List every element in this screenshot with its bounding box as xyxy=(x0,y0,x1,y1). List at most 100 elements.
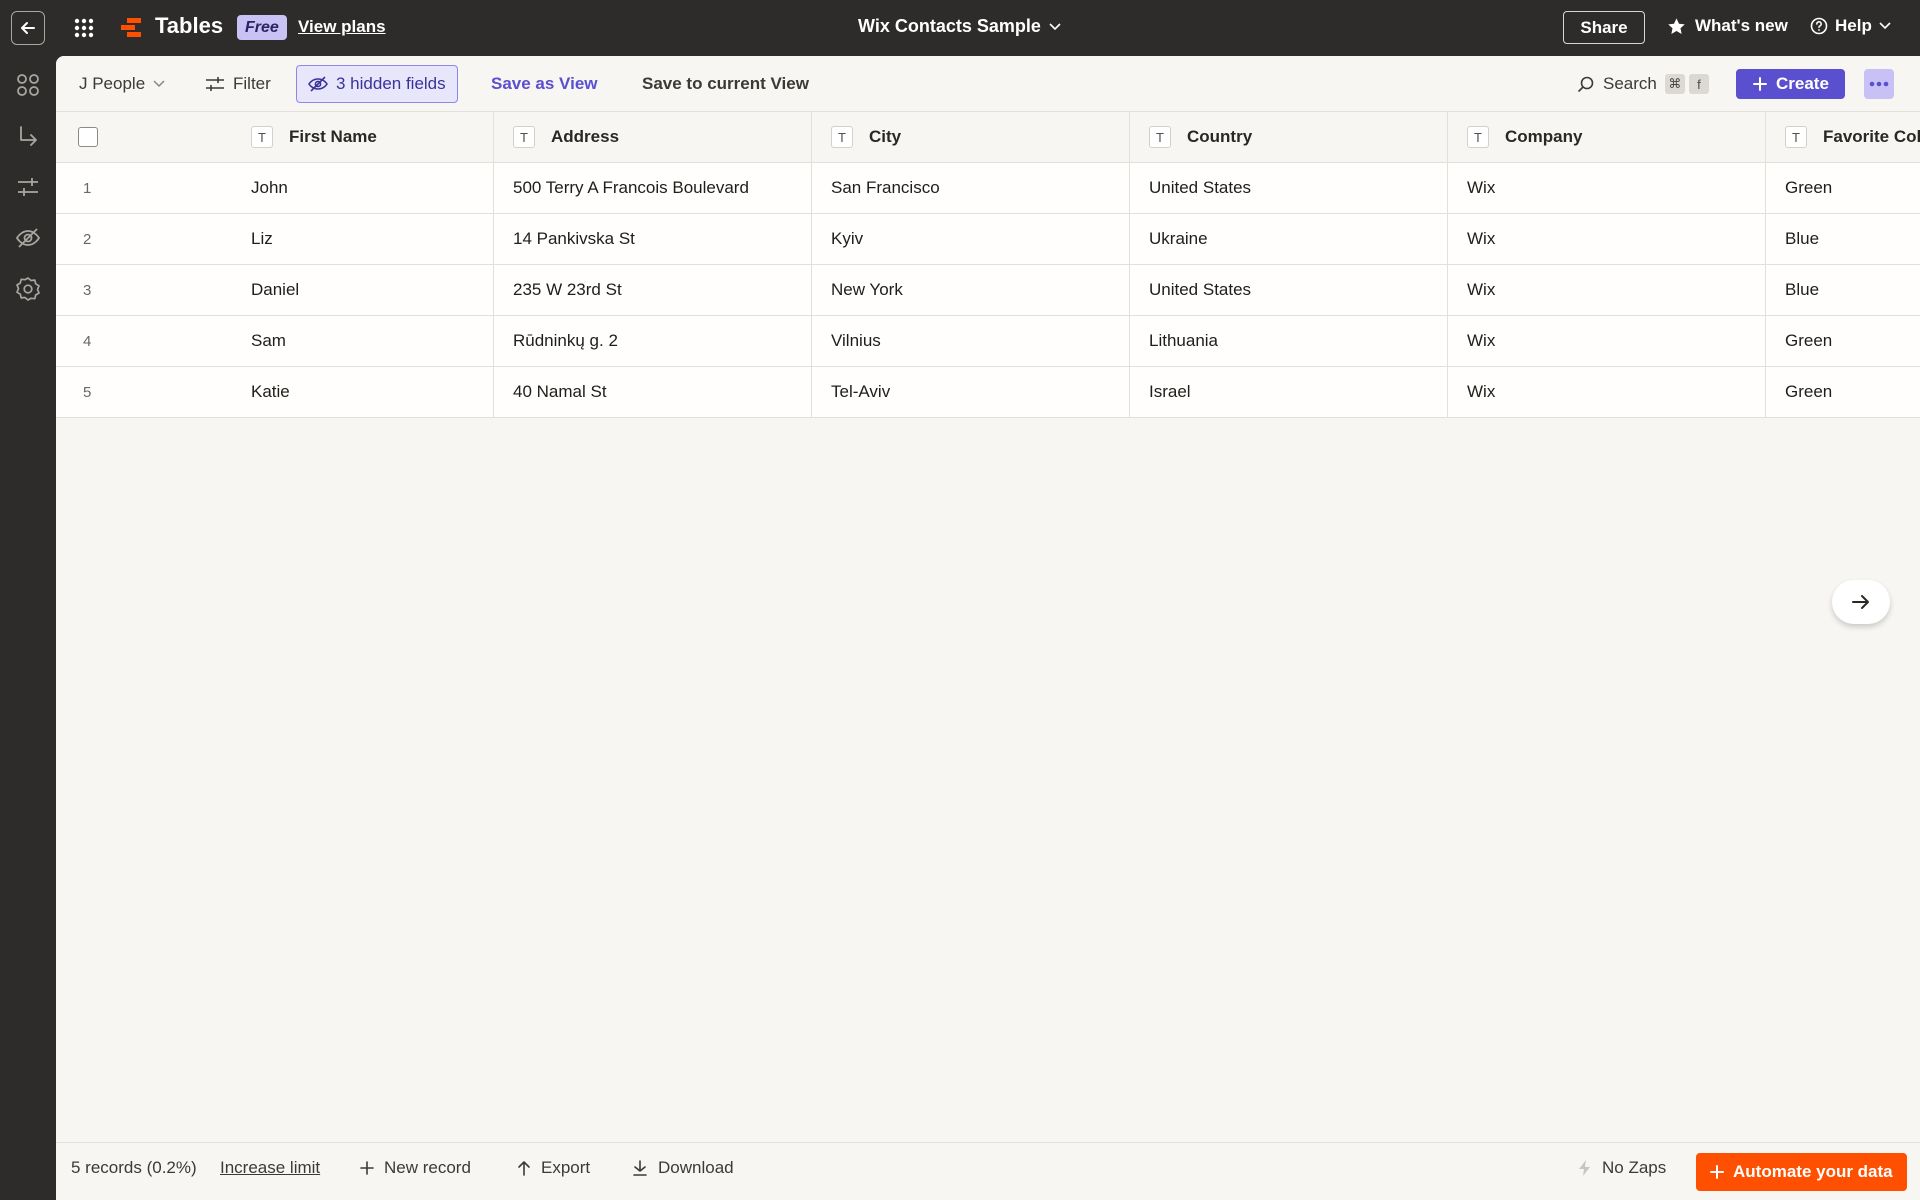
cell-first-name[interactable]: Sam xyxy=(193,316,494,366)
column-label: Company xyxy=(1505,127,1583,146)
filter-sliders-icon[interactable] xyxy=(15,174,41,200)
column-label: Country xyxy=(1187,127,1253,146)
plus-icon xyxy=(1710,1165,1724,1179)
create-button[interactable]: Create xyxy=(1736,69,1845,99)
share-button[interactable]: Share xyxy=(1563,11,1645,44)
download-button[interactable]: Download xyxy=(632,1158,734,1178)
records-table: T First Name T Address T City T Country T Com… xyxy=(56,112,1920,418)
chevron-down-icon xyxy=(1049,22,1061,30)
no-zaps-label: No Zaps xyxy=(1602,1158,1667,1177)
table-row[interactable]: 5 Katie 40 Namal St Tel-Aviv Israel Wix … xyxy=(56,367,1920,418)
cell-address[interactable]: 40 Namal St xyxy=(494,367,812,417)
filter-label: Filter xyxy=(233,74,271,93)
cell-city[interactable]: Vilnius xyxy=(812,316,1130,366)
cell-favorite-color[interactable]: Green xyxy=(1766,316,1920,366)
cell-country[interactable]: United States xyxy=(1130,265,1448,315)
cell-address[interactable]: 14 Pankivska St xyxy=(494,214,812,264)
new-record-button[interactable]: New record xyxy=(360,1158,471,1178)
cell-company[interactable]: Wix xyxy=(1448,163,1766,213)
column-header-first-name[interactable]: T First Name xyxy=(193,112,494,162)
hidden-fields-label: 3 hidden fields xyxy=(336,74,446,93)
star-icon xyxy=(1668,17,1685,34)
zaps-status[interactable]: No Zaps xyxy=(1578,1158,1666,1178)
more-options-button[interactable] xyxy=(1864,69,1894,99)
cell-company[interactable]: Wix xyxy=(1448,316,1766,366)
search-label: Search xyxy=(1603,74,1657,93)
text-type-icon: T xyxy=(1467,126,1489,148)
cell-address[interactable]: 500 Terry A Francois Boulevard xyxy=(494,163,812,213)
column-label: Favorite Color xyxy=(1823,127,1920,146)
cell-city[interactable]: New York xyxy=(812,265,1130,315)
view-plans-link[interactable]: View plans xyxy=(298,17,386,37)
cell-country[interactable]: United States xyxy=(1130,163,1448,213)
plan-badge: Free xyxy=(237,15,287,40)
cell-country[interactable]: Lithuania xyxy=(1130,316,1448,366)
cell-favorite-color[interactable]: Blue xyxy=(1766,214,1920,264)
cell-address[interactable]: Rūdninkų g. 2 xyxy=(494,316,812,366)
tables-logo-icon xyxy=(121,18,143,38)
hidden-fields-button[interactable]: 3 hidden fields xyxy=(296,65,458,103)
document-title-dropdown[interactable]: Wix Contacts Sample xyxy=(858,16,1061,37)
text-type-icon: T xyxy=(1785,126,1807,148)
arrow-up-icon xyxy=(518,1161,530,1176)
filter-button[interactable]: Filter xyxy=(205,66,271,102)
cell-city[interactable]: Kyiv xyxy=(812,214,1130,264)
automate-label: Automate your data xyxy=(1733,1162,1893,1181)
whats-new-label: What's new xyxy=(1695,16,1788,35)
cell-company[interactable]: Wix xyxy=(1448,367,1766,417)
table-row[interactable]: 2 Liz 14 Pankivska St Kyiv Ukraine Wix B… xyxy=(56,214,1920,265)
column-header-company[interactable]: T Company xyxy=(1448,112,1766,162)
export-button[interactable]: Export xyxy=(517,1158,590,1178)
automate-button[interactable]: Automate your data xyxy=(1696,1153,1907,1191)
save-to-current-view-button[interactable]: Save to current View xyxy=(642,66,809,102)
column-header-city[interactable]: T City xyxy=(812,112,1130,162)
shortcut-key-f: f xyxy=(1688,74,1709,94)
scroll-right-button[interactable] xyxy=(1832,580,1890,624)
cell-first-name[interactable]: Liz xyxy=(193,214,494,264)
left-rail xyxy=(0,56,56,1200)
cell-first-name[interactable]: John xyxy=(193,163,494,213)
select-all-checkbox[interactable] xyxy=(78,127,98,147)
cell-first-name[interactable]: Katie xyxy=(193,367,494,417)
whats-new-button[interactable]: What's new xyxy=(1667,16,1788,36)
column-label: City xyxy=(869,127,902,146)
arrow-right-icon xyxy=(1852,595,1869,609)
create-label: Create xyxy=(1776,74,1829,93)
chevron-down-icon xyxy=(1879,22,1891,30)
help-button[interactable]: Help xyxy=(1810,16,1891,36)
eye-hidden-icon[interactable] xyxy=(15,225,41,251)
cell-favorite-color[interactable]: Green xyxy=(1766,367,1920,417)
cell-favorite-color[interactable]: Green xyxy=(1766,163,1920,213)
cell-city[interactable]: Tel-Aviv xyxy=(812,367,1130,417)
cell-city[interactable]: San Francisco xyxy=(812,163,1130,213)
save-as-view-button[interactable]: Save as View xyxy=(491,66,598,102)
text-type-icon: T xyxy=(251,126,273,148)
new-record-label: New record xyxy=(384,1158,471,1177)
cell-favorite-color[interactable]: Blue xyxy=(1766,265,1920,315)
cell-country[interactable]: Ukraine xyxy=(1130,214,1448,264)
apps-grid-icon[interactable] xyxy=(73,17,95,39)
cell-address[interactable]: 235 W 23rd St xyxy=(494,265,812,315)
more-dots-icon xyxy=(1869,81,1889,87)
column-header-favorite-color[interactable]: T Favorite Color xyxy=(1766,112,1920,162)
cell-country[interactable]: Israel xyxy=(1130,367,1448,417)
increase-limit-link[interactable]: Increase limit xyxy=(220,1158,320,1178)
cell-first-name[interactable]: Daniel xyxy=(193,265,494,315)
table-row[interactable]: 3 Daniel 235 W 23rd St New York United S… xyxy=(56,265,1920,316)
back-button[interactable] xyxy=(11,11,45,45)
column-header-country[interactable]: T Country xyxy=(1130,112,1448,162)
cell-company[interactable]: Wix xyxy=(1448,265,1766,315)
settings-gear-icon[interactable] xyxy=(15,276,41,302)
plus-icon xyxy=(360,1161,374,1175)
view-toolbar: J People Filter 3 hidden fields Save as … xyxy=(56,56,1920,112)
table-selector[interactable]: J People xyxy=(79,66,165,102)
top-bar: Tables Free View plans Wix Contacts Samp… xyxy=(0,0,1920,56)
column-header-address[interactable]: T Address xyxy=(494,112,812,162)
text-type-icon: T xyxy=(513,126,535,148)
table-row[interactable]: 1 John 500 Terry A Francois Boulevard Sa… xyxy=(56,163,1920,214)
apps-icon[interactable] xyxy=(15,72,41,98)
search-button[interactable]: Search ⌘ f xyxy=(1577,66,1709,102)
return-arrow-icon[interactable] xyxy=(15,123,41,149)
cell-company[interactable]: Wix xyxy=(1448,214,1766,264)
table-row[interactable]: 4 Sam Rūdninkų g. 2 Vilnius Lithuania Wi… xyxy=(56,316,1920,367)
